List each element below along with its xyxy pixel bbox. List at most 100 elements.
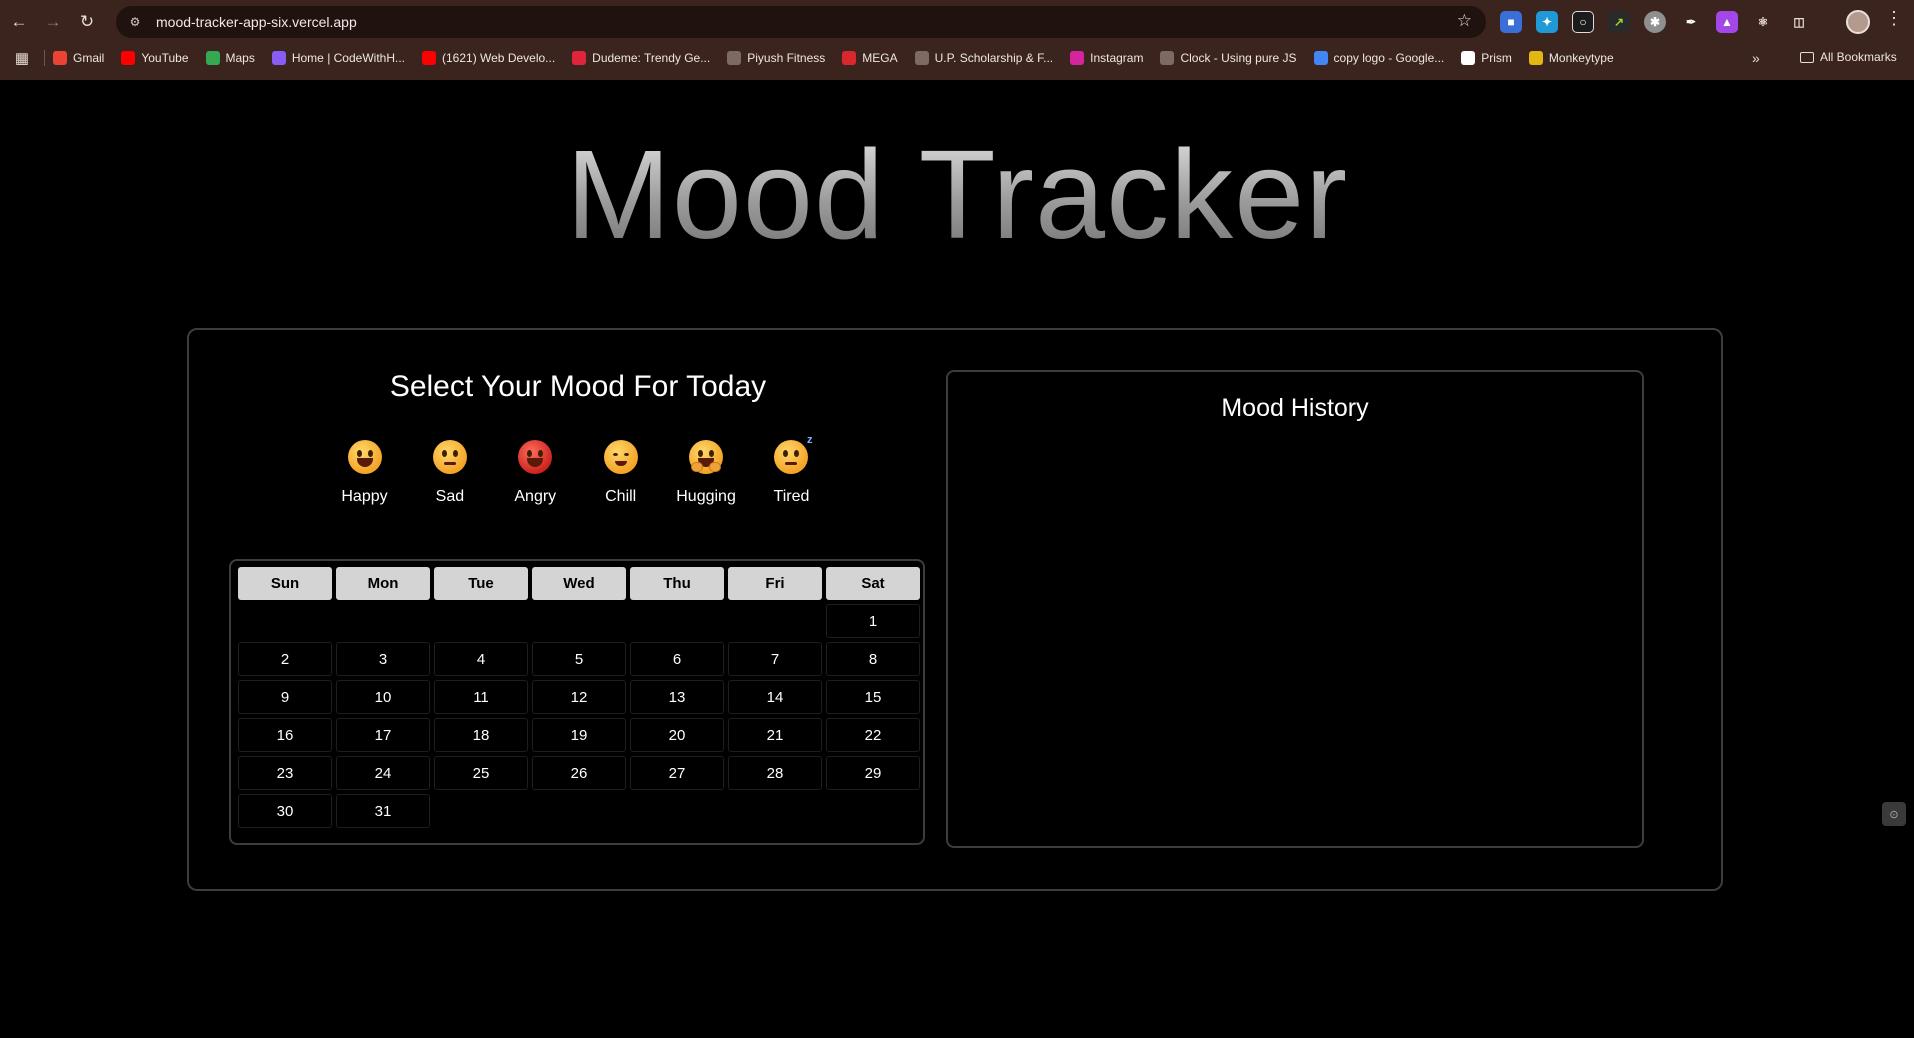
bookmark-item[interactable]: (1621) Web Develo... [422,51,555,65]
bookmark-item[interactable]: YouTube [121,51,189,65]
calendar-day[interactable]: 3 [336,642,430,676]
mood-option[interactable]: Angry [493,440,578,510]
calendar-day[interactable]: 12 [532,680,626,714]
calendar-day[interactable]: 9 [238,680,332,714]
calendar-day[interactable]: 11 [434,680,528,714]
extension-icon[interactable]: ⚛ [1752,11,1774,33]
extension-icon[interactable]: ✦ [1536,11,1558,33]
calendar-day[interactable]: 31 [336,794,430,828]
extension-icon[interactable]: ✱ [1644,11,1666,33]
calendar-day[interactable]: 27 [630,756,724,790]
bookmark-item[interactable]: Dudeme: Trendy Ge... [572,51,710,65]
calendar-day[interactable]: 29 [826,756,920,790]
reload-icon[interactable]: ↻ [72,7,102,37]
mood-label: Hugging [676,488,736,505]
calendar-day[interactable]: 7 [728,642,822,676]
forward-arrow-icon[interactable]: → [38,7,68,37]
calendar-blank [630,604,724,638]
sad-emoji-icon[interactable] [432,440,467,474]
calendar-day[interactable]: 18 [434,718,528,752]
bookmark-star-icon[interactable]: ☆ [1457,11,1472,31]
address-url[interactable]: mood-tracker-app-six.vercel.app [156,14,357,30]
calendar-day[interactable]: 4 [434,642,528,676]
chill-emoji-icon[interactable] [603,440,638,474]
calendar-day[interactable]: 25 [434,756,528,790]
calendar-blank [532,604,626,638]
profile-avatar[interactable] [1846,10,1870,34]
calendar-day[interactable]: 14 [728,680,822,714]
apps-grid-icon[interactable]: ▦ [8,49,36,67]
bookmark-item[interactable]: Gmail [53,51,104,65]
bookmark-item[interactable]: Maps [205,51,255,65]
calendar-day[interactable]: 5 [532,642,626,676]
bookmark-item[interactable]: Clock - Using pure JS [1160,51,1297,65]
angry-emoji-icon[interactable] [518,440,553,474]
dudeme-icon [572,51,587,65]
mood-option[interactable]: Hugging [664,440,749,510]
extension-icon[interactable]: ↗ [1608,11,1630,33]
extensions-row: ■ ✦ ○ ↗ ✱ ✒ ▲ ⚛ ◫ [1500,8,1824,36]
mood-label: Tired [773,488,810,505]
bookmark-item[interactable]: copy logo - Google... [1313,51,1445,65]
happy-emoji-icon[interactable] [347,440,382,474]
mood-options: Happy Sad Angry Chill Hugging z Tired [322,434,834,510]
calendar-day[interactable]: 6 [630,642,724,676]
calendar-day[interactable]: 20 [630,718,724,752]
side-panel-icon[interactable]: ⊙ [1882,802,1906,826]
bookmark-item[interactable]: Piyush Fitness [727,51,825,65]
bookmarks-bar: ▦ Gmail YouTube Maps Home | CodeWithH... (16… [0,44,1914,72]
bookmark-item[interactable]: Instagram [1070,51,1143,65]
calendar-day[interactable]: 13 [630,680,724,714]
mood-option[interactable]: Happy [322,440,407,510]
calendar-blank [434,604,528,638]
calendar-day[interactable]: 10 [336,680,430,714]
monkeytype-icon [1528,51,1543,65]
calendar-blank [336,604,430,638]
calendar-day[interactable]: 23 [238,756,332,790]
menu-dots-icon[interactable]: ⋮ [1884,8,1904,29]
calendar-day[interactable]: 1 [826,604,920,638]
weekday-header: Tue [434,567,528,600]
calendar-day[interactable]: 30 [238,794,332,828]
bookmark-item[interactable]: Monkeytype [1528,51,1614,65]
eyedropper-icon[interactable]: ✒ [1680,11,1702,33]
site-settings-icon[interactable]: ⚙ [122,9,148,35]
calendar-day[interactable]: 2 [238,642,332,676]
extension-icon[interactable]: ■ [1500,11,1522,33]
tired-emoji-icon[interactable]: z [774,434,812,474]
calendar-day[interactable]: 24 [336,756,430,790]
calendar-day[interactable]: 17 [336,718,430,752]
bookmark-item[interactable]: U.P. Scholarship & F... [914,51,1054,65]
calendar: Sun Mon Tue Wed Thu Fri Sat 1 2 3 4 5 6 7 8 9 10 11 12 13 14… [229,559,925,845]
weekday-header: Wed [532,567,626,600]
bookmark-item[interactable]: Home | CodeWithH... [271,51,405,65]
hugging-emoji-icon[interactable] [689,440,724,474]
address-bar[interactable]: ⚙ mood-tracker-app-six.vercel.app ☆ [116,6,1486,38]
mood-option[interactable]: Chill [578,440,663,510]
calendar-day[interactable]: 22 [826,718,920,752]
mood-option[interactable]: z Tired [749,434,834,510]
mood-label: Angry [514,488,557,505]
codewithharry-icon [271,51,286,65]
more-bookmarks-icon[interactable]: » [1752,50,1760,66]
extension-icon[interactable]: ○ [1572,11,1594,33]
extension-icon[interactable]: ▲ [1716,11,1738,33]
calendar-day[interactable]: 8 [826,642,920,676]
calendar-day[interactable]: 16 [238,718,332,752]
calendar-day[interactable]: 26 [532,756,626,790]
puzzle-icon[interactable]: ◫ [1788,11,1810,33]
calendar-day[interactable]: 28 [728,756,822,790]
mega-icon [842,51,857,65]
calendar-day[interactable]: 15 [826,680,920,714]
calendar-day[interactable]: 21 [728,718,822,752]
mood-option[interactable]: Sad [407,440,492,510]
calendar-day[interactable]: 19 [532,718,626,752]
bookmark-item[interactable]: MEGA [842,51,898,65]
bookmark-item[interactable]: Prism [1461,51,1512,65]
browser-chrome: ← → ↻ ⚙ mood-tracker-app-six.vercel.app … [0,0,1914,80]
mood-history-panel: Mood History [946,370,1644,848]
all-bookmarks-button[interactable]: All Bookmarks [1800,50,1897,64]
bookmark-label: U.P. Scholarship & F... [934,51,1054,65]
bookmark-label: copy logo - Google... [1333,51,1445,65]
back-arrow-icon[interactable]: ← [4,7,34,37]
